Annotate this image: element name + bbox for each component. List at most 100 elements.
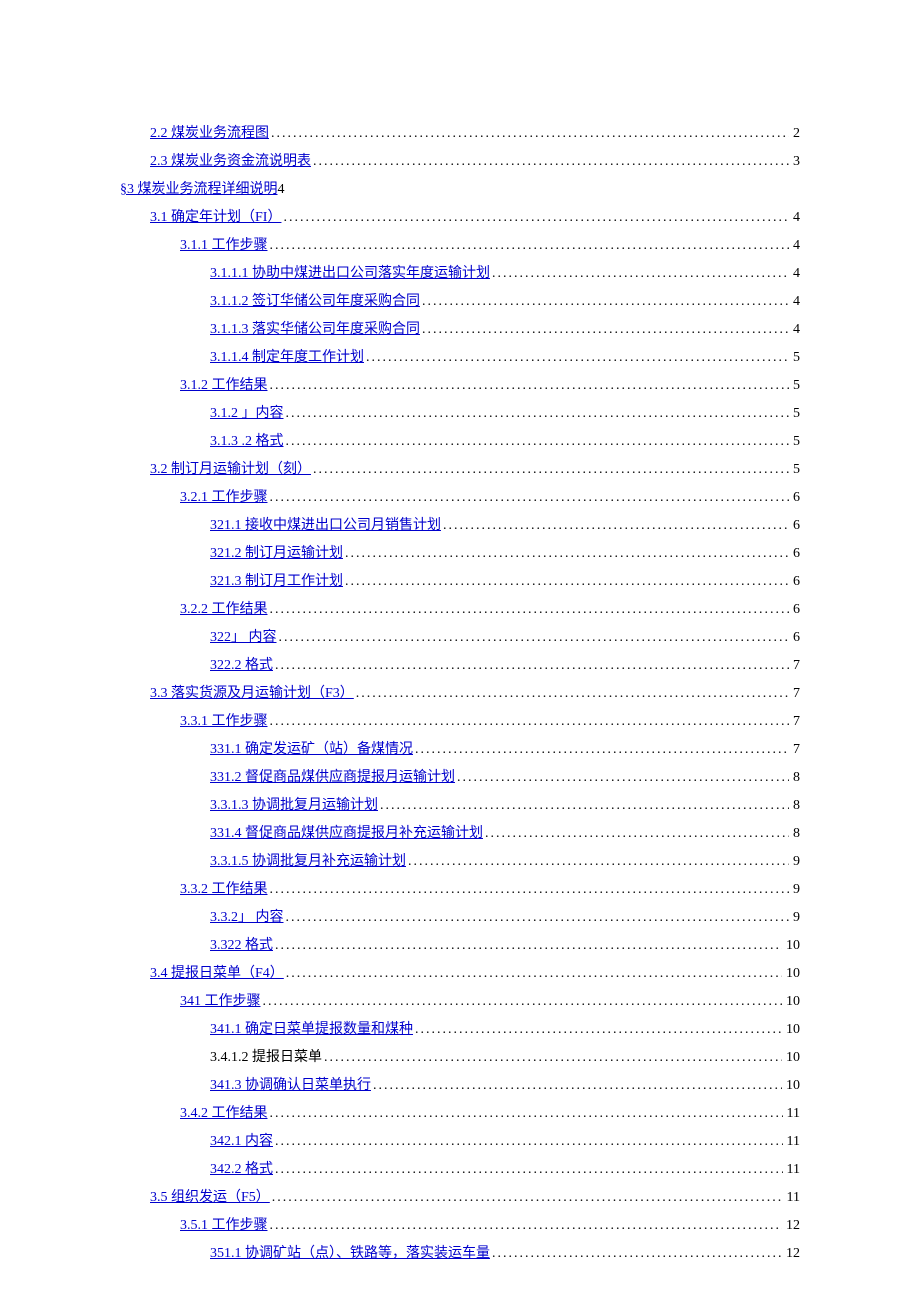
toc-leader-dots [283, 204, 789, 232]
toc-leader-dots [286, 428, 790, 456]
toc-page-number: 11 [785, 1128, 800, 1156]
toc-leader-dots [270, 372, 790, 400]
toc-page-number: 4 [791, 232, 800, 260]
toc-link[interactable]: 331.4 督促商品煤供应商提报月补充运输计划 [210, 820, 483, 848]
toc-entry: 341.3 协调确认日菜单执行 10 [120, 1072, 800, 1100]
toc-entry: 3.1.1 工作步骤 4 [120, 232, 800, 260]
toc-link[interactable]: 3.3.2」 内容 [210, 904, 284, 932]
toc-entry: 342.2 格式 11 [120, 1156, 800, 1184]
toc-link[interactable]: 3.4.2 工作结果 [180, 1100, 268, 1128]
toc-link[interactable]: 3.1.2 」内容 [210, 400, 284, 428]
toc-leader-dots [373, 1072, 782, 1100]
toc-link[interactable]: 3.1.1 工作步骤 [180, 232, 268, 260]
toc-link[interactable]: 331.2 督促商品煤供应商提报月运输计划 [210, 764, 455, 792]
toc-leader-dots [366, 344, 789, 372]
toc-entry: 3.2.2 工作结果6 [120, 596, 800, 624]
toc-link[interactable]: 321.2 制订月运输计划 [210, 540, 343, 568]
toc-link[interactable]: 3.3.2 工作结果 [180, 876, 268, 904]
toc-entry: 3.1.1.4 制定年度工作计划 5 [120, 344, 800, 372]
toc-page-number: 8 [791, 764, 800, 792]
toc-link[interactable]: 3.2.1 工作步骤 [180, 484, 268, 512]
toc-leader-dots [492, 260, 789, 288]
toc-link[interactable]: 3.2 制订月运输计划（刻） [150, 456, 311, 484]
toc-leader-dots [270, 1100, 783, 1128]
toc-page-number: 10 [784, 1072, 800, 1100]
toc-leader-dots [492, 1240, 782, 1268]
toc-link[interactable]: 3.3.1 工作步骤 [180, 708, 268, 736]
toc-entry: 3.4 提报日菜单（F4）10 [120, 960, 800, 988]
toc-link[interactable]: 322」 内容 [210, 624, 277, 652]
toc-leader-dots [263, 988, 783, 1016]
toc-entry: 321.1 接收中煤进出口公司月销售计划6 [120, 512, 800, 540]
toc-page-number: 5 [791, 344, 800, 372]
toc-entry: 2.3 煤炭业务资金流说明表 3 [120, 148, 800, 176]
toc-link[interactable]: 322.2 格式 [210, 652, 273, 680]
toc-leader-dots [270, 596, 790, 624]
toc-entry: 3.1.3 .2 格式5 [120, 428, 800, 456]
toc-link: 3.4.1.2 提报日菜单 [210, 1044, 322, 1072]
toc-link[interactable]: 3.5.1 工作步骤 [180, 1212, 268, 1240]
toc-leader-dots [345, 568, 789, 596]
toc-link[interactable]: 3.1.1.3 落实华储公司年度采购合同 [210, 316, 420, 344]
toc-link[interactable]: 2.3 煤炭业务资金流说明表 [150, 148, 311, 176]
toc-leader-dots [270, 1212, 783, 1240]
toc-link[interactable]: 3.1.1.4 制定年度工作计划 [210, 344, 364, 372]
toc-link[interactable]: §3 煤炭业务流程详细说明 [120, 176, 278, 204]
toc-link[interactable]: 341.1 确定日菜单提报数量和煤种 [210, 1016, 413, 1044]
toc-entry: 3.1.2 」内容5 [120, 400, 800, 428]
toc-link[interactable]: 3.3.1.3 协调批复月运输计划 [210, 792, 378, 820]
toc-link[interactable]: 3.1.1.1 协助中煤进出口公司落实年度运输计划 [210, 260, 490, 288]
toc-leader-dots [422, 316, 789, 344]
toc-entry: 341.1 确定日菜单提报数量和煤种10 [120, 1016, 800, 1044]
toc-entry: 3.1.2 工作结果 5 [120, 372, 800, 400]
toc-page-number: 10 [784, 988, 800, 1016]
toc-page-number: 8 [791, 792, 800, 820]
toc-entry: 3.1.1.2 签订华储公司年度采购合同4 [120, 288, 800, 316]
toc-entry: 3.2 制订月运输计划（刻） 5 [120, 456, 800, 484]
toc-leader-dots [271, 120, 789, 148]
toc-entry: 321.2 制订月运输计划 6 [120, 540, 800, 568]
toc-page-number: 10 [784, 1044, 800, 1072]
toc-entry: 3.2.1 工作步骤6 [120, 484, 800, 512]
toc-link[interactable]: 321.1 接收中煤进出口公司月销售计划 [210, 512, 441, 540]
toc-entry: 3.3.2 工作结果 9 [120, 876, 800, 904]
toc-page-number: 5 [791, 372, 800, 400]
toc-link[interactable]: 342.1 内容 [210, 1128, 273, 1156]
toc-page-number: 11 [785, 1156, 800, 1184]
toc-page-number: 7 [791, 652, 800, 680]
toc-entry: 3.4.1.2 提报日菜单 10 [120, 1044, 800, 1072]
toc-link[interactable]: 342.2 格式 [210, 1156, 273, 1184]
toc-page-number: 5 [791, 456, 800, 484]
toc-link[interactable]: 351.1 协调矿站（点）、铁路等，落实装运车量 [210, 1240, 490, 1268]
toc-link[interactable]: 3.5 组织发运（F5） [150, 1184, 270, 1212]
toc-link[interactable]: 321.3 制订月工作计划 [210, 568, 343, 596]
toc-link[interactable]: 331.1 确定发运矿（站）备煤情况 [210, 736, 413, 764]
toc-entry: 3.3 落实货源及月运输计划（F3）7 [120, 680, 800, 708]
toc-link[interactable]: 3.4 提报日菜单（F4） [150, 960, 284, 988]
toc-link[interactable]: 3.1.1.2 签订华储公司年度采购合同 [210, 288, 420, 316]
toc-link[interactable]: 3.3 落实货源及月运输计划（F3） [150, 680, 354, 708]
toc-page-number: 3 [791, 148, 800, 176]
toc-link[interactable]: 3.1.3 .2 格式 [210, 428, 284, 456]
toc-leader-dots [443, 512, 789, 540]
toc-entry: 3.322 格式10 [120, 932, 800, 960]
toc-leader-dots [272, 1184, 783, 1212]
toc-leader-dots [270, 876, 790, 904]
toc-link[interactable]: 3.1 确定年计划（FI） [150, 204, 281, 232]
toc-link[interactable]: 341 工作步骤 [180, 988, 261, 1016]
toc-link[interactable]: 341.3 协调确认日菜单执行 [210, 1072, 371, 1100]
toc-link[interactable]: 3.3.1.5 协调批复月补充运输计划 [210, 848, 406, 876]
toc-page-number: 12 [784, 1240, 800, 1268]
toc-link[interactable]: 2.2 煤炭业务流程图 [150, 120, 269, 148]
toc-link[interactable]: 3.1.2 工作结果 [180, 372, 268, 400]
toc-leader-dots [313, 148, 789, 176]
toc-link[interactable]: 3.2.2 工作结果 [180, 596, 268, 624]
toc-leader-dots [270, 708, 790, 736]
toc-entry: 331.4 督促商品煤供应商提报月补充运输计划8 [120, 820, 800, 848]
toc-page-number: 6 [791, 540, 800, 568]
toc-page-number: 9 [791, 876, 800, 904]
toc-page-number: 12 [784, 1212, 800, 1240]
toc-page-number: 4 [278, 176, 285, 204]
toc-entry: 341 工作步骤 10 [120, 988, 800, 1016]
toc-link[interactable]: 3.322 格式 [210, 932, 273, 960]
